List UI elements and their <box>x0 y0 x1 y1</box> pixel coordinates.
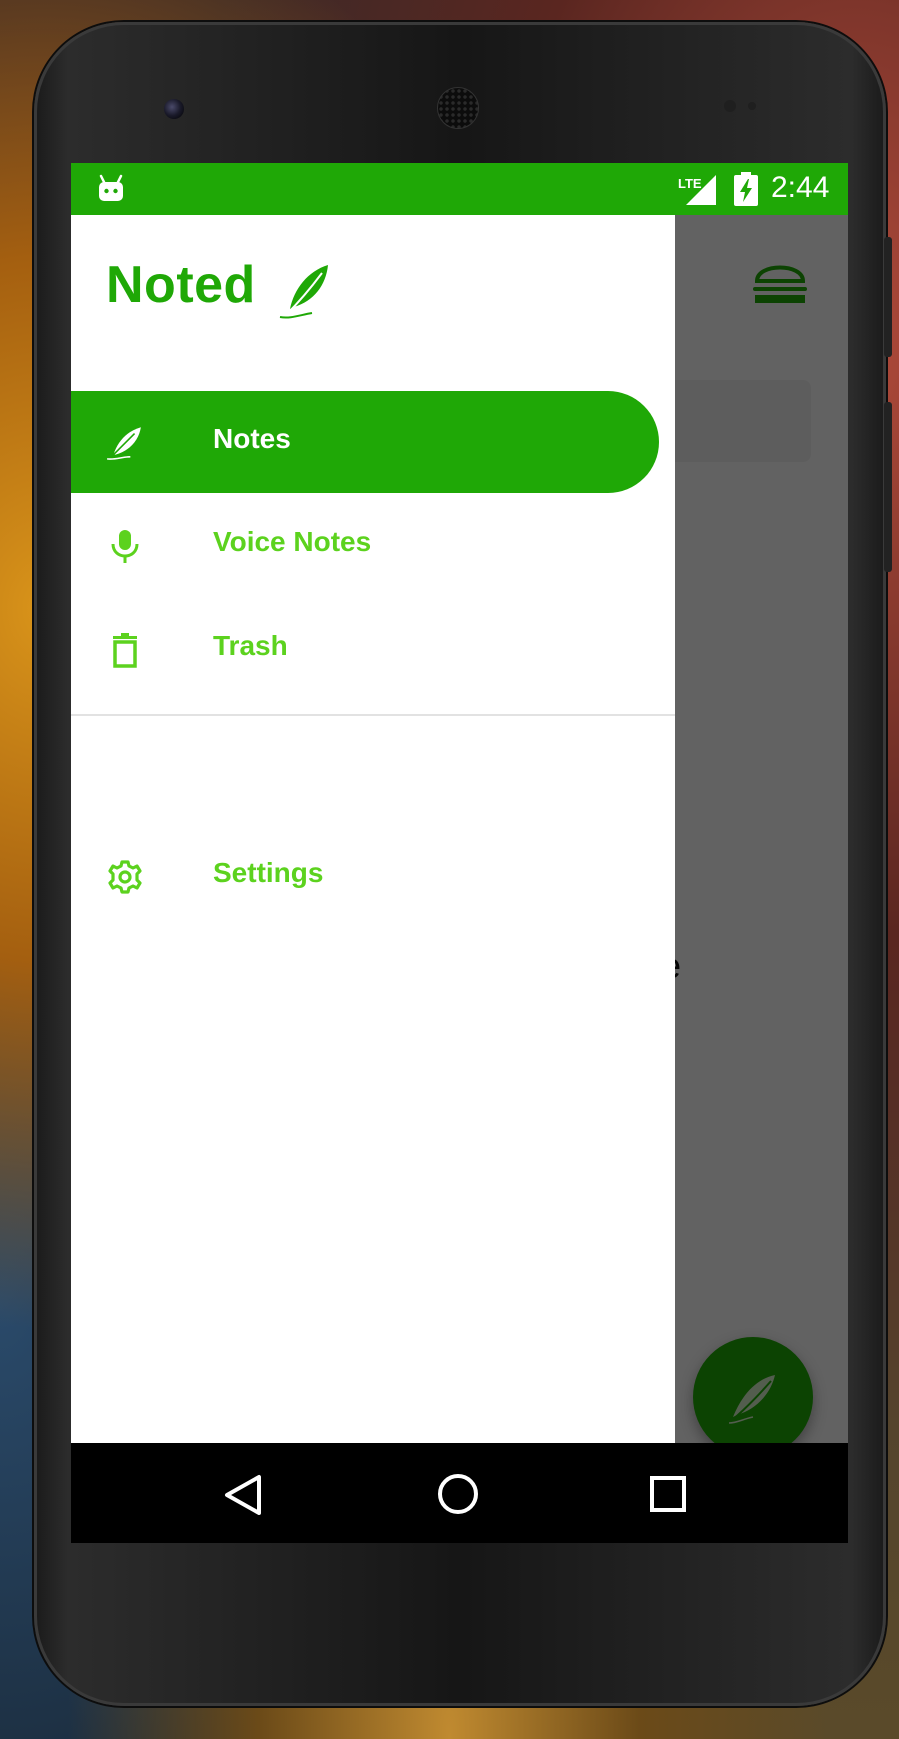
gear-icon <box>108 860 142 894</box>
drawer-item-trash[interactable]: Trash <box>71 598 659 700</box>
drawer-item-label: Voice Notes <box>213 526 372 557</box>
recents-icon[interactable] <box>650 1476 686 1512</box>
back-icon[interactable] <box>223 1473 263 1517</box>
feather-icon <box>107 427 141 460</box>
svg-text:LTE: LTE <box>678 176 702 191</box>
status-clock: 2:44 <box>771 171 830 204</box>
front-camera <box>164 99 184 119</box>
app-title: Noted <box>106 256 256 314</box>
drawer-item-label: Notes <box>213 423 291 454</box>
proximity-sensor <box>724 100 736 112</box>
volume-button <box>884 402 892 572</box>
trash-icon <box>113 633 137 668</box>
status-bar: LTE 2:44 <box>71 163 848 215</box>
system-navigation-bar <box>71 1443 848 1543</box>
drawer-item-settings[interactable]: Settings <box>71 825 659 927</box>
lte-signal-icon: LTE <box>678 175 716 205</box>
drawer-item-label: Trash <box>213 630 288 661</box>
drawer-divider <box>71 714 675 716</box>
drawer-item-notes[interactable]: Notes <box>71 391 659 493</box>
phone-screen: LTE 2:44 ote Noted <box>71 163 848 1543</box>
battery-charging-icon <box>734 172 758 206</box>
drawer-item-label: Settings <box>213 857 324 888</box>
drawer-item-voice-notes[interactable]: Voice Notes <box>71 494 659 596</box>
navigation-drawer: Noted Notes Voice Notes Trash Settings <box>71 215 675 1443</box>
android-debug-icon <box>99 174 123 201</box>
feather-logo-icon <box>279 265 328 319</box>
light-sensor <box>748 102 756 110</box>
earpiece-speaker <box>437 87 479 129</box>
power-button <box>884 237 892 357</box>
microphone-icon <box>111 530 139 563</box>
home-icon[interactable] <box>436 1472 480 1516</box>
